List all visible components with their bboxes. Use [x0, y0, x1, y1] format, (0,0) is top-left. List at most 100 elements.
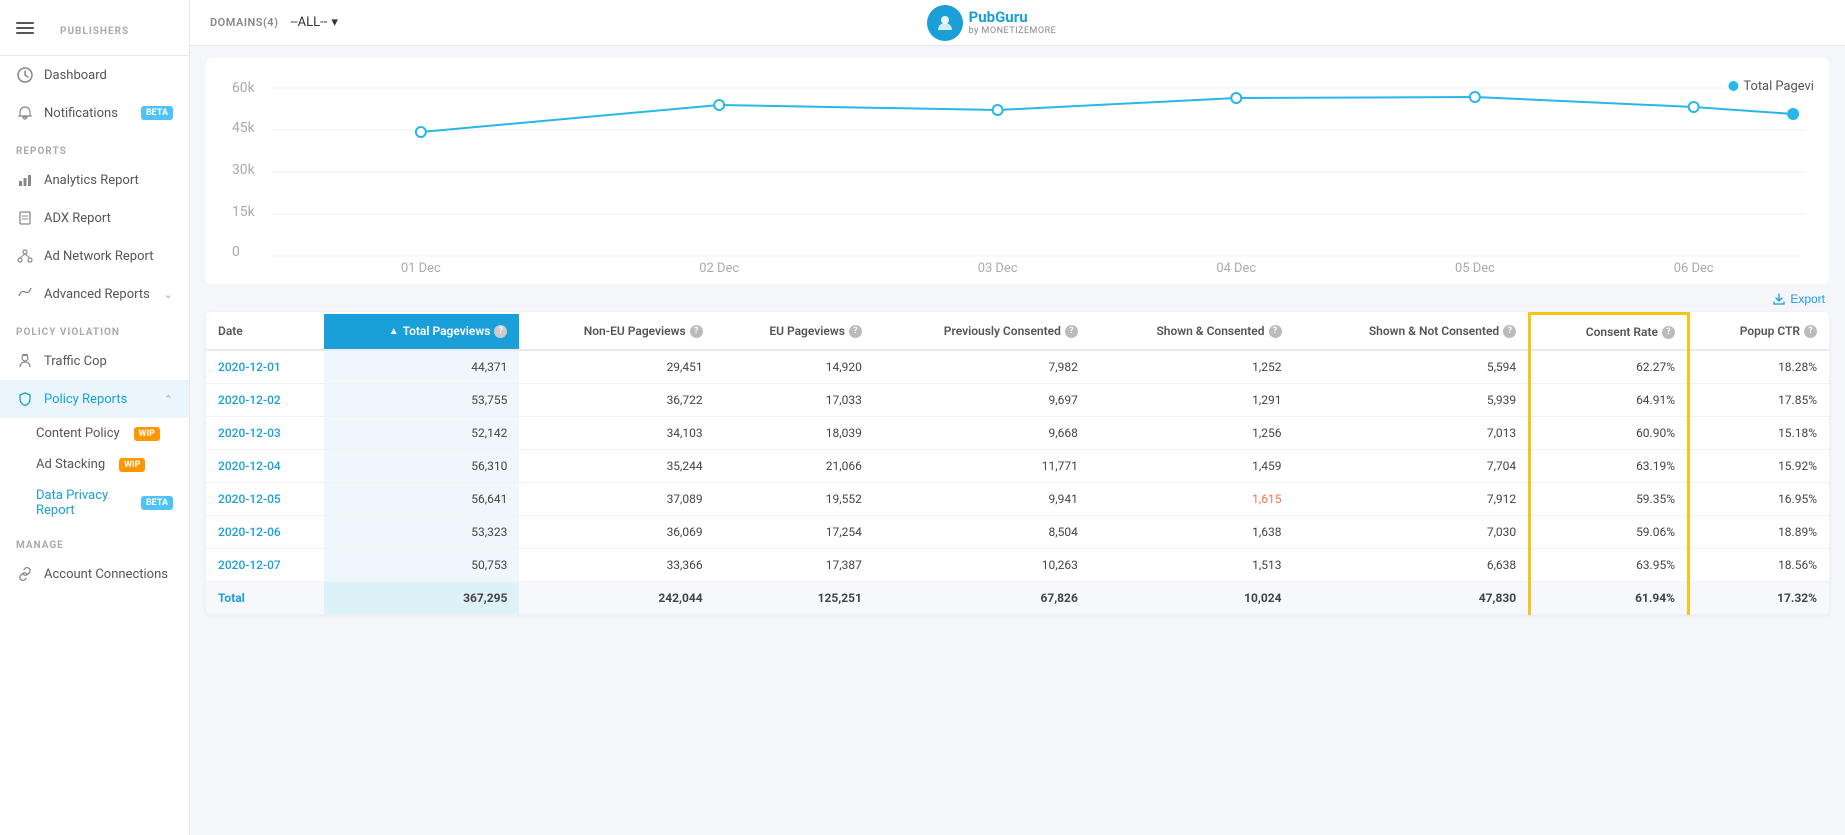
- beta-badge: BETA: [141, 106, 173, 120]
- cell-non-eu: 29,451: [519, 350, 714, 384]
- table-row: Total 367,295 242,044 125,251 67,826 10,…: [206, 582, 1829, 615]
- hamburger-menu[interactable]: [16, 22, 34, 34]
- policy-sub-items: Content Policy WIP Ad Stacking WIP Data …: [0, 418, 189, 526]
- sidebar-item-notifications[interactable]: Notifications BETA: [0, 94, 189, 132]
- shield-icon: [16, 390, 34, 408]
- svg-text:45k: 45k: [232, 120, 256, 136]
- cell-shown-not-consented: 7,912: [1294, 483, 1530, 516]
- content-policy-label: Content Policy: [36, 426, 120, 441]
- sidebar-item-advanced[interactable]: Advanced Reports ⌄: [0, 275, 189, 313]
- trafficcop-label: Traffic Cop: [44, 354, 173, 369]
- info-icon-shown-nc: ?: [1503, 325, 1516, 338]
- cell-consent-rate: 59.06%: [1530, 516, 1689, 549]
- dropdown-chevron: ▾: [331, 15, 338, 30]
- cop-icon: [16, 352, 34, 370]
- sidebar-header: PUBLISHERS: [0, 0, 189, 56]
- cell-popup-ctr: 15.18%: [1689, 417, 1830, 450]
- svg-text:30k: 30k: [232, 162, 256, 178]
- cell-shown-consented: 10,024: [1090, 582, 1294, 615]
- dashboard-icon: [16, 66, 34, 84]
- svg-text:01 Dec: 01 Dec: [401, 261, 441, 274]
- notifications-label: Notifications: [44, 106, 127, 121]
- svg-text:03 Dec: 03 Dec: [978, 261, 1018, 274]
- sidebar-item-data-privacy[interactable]: Data Privacy Report BETA: [0, 480, 189, 526]
- col-header-consent-rate: Consent Rate ?: [1530, 314, 1689, 351]
- cell-popup-ctr: 18.56%: [1689, 549, 1830, 582]
- svg-text:04 Dec: 04 Dec: [1216, 261, 1256, 274]
- policy-reports-label: Policy Reports: [44, 392, 154, 407]
- cell-prev-consented: 7,982: [874, 350, 1090, 384]
- table-row: 2020-12-05 56,641 37,089 19,552 9,941 1,…: [206, 483, 1829, 516]
- adx-icon: [16, 209, 34, 227]
- sidebar-item-content-policy[interactable]: Content Policy WIP: [0, 418, 189, 449]
- cell-shown-not-consented: 5,594: [1294, 350, 1530, 384]
- domains-dropdown[interactable]: --ALL-- ▾: [290, 15, 337, 30]
- cell-total-pageviews: 56,641: [324, 483, 519, 516]
- cell-popup-ctr: 18.89%: [1689, 516, 1830, 549]
- cell-prev-consented: 11,771: [874, 450, 1090, 483]
- cell-total-pageviews: 53,323: [324, 516, 519, 549]
- cell-eu: 17,254: [715, 516, 874, 549]
- cell-eu: 17,033: [715, 384, 874, 417]
- logo-avatar: [927, 5, 963, 41]
- cell-consent-rate: 60.90%: [1530, 417, 1689, 450]
- svg-text:0: 0: [232, 244, 240, 260]
- chart-area: 60k 45k 30k 15k 0 01 Dec 02 Dec 03 Dec 0…: [222, 74, 1813, 274]
- info-icon-total: ?: [494, 325, 507, 338]
- cell-shown-not-consented: 47,830: [1294, 582, 1530, 615]
- topbar-left: DOMAINS(4) --ALL-- ▾: [210, 15, 338, 30]
- sidebar-item-label: Dashboard: [44, 68, 173, 83]
- cell-shown-consented: 1,252: [1090, 350, 1294, 384]
- cell-prev-consented: 8,504: [874, 516, 1090, 549]
- cell-date: 2020-12-04: [206, 450, 324, 483]
- export-label: Export: [1790, 292, 1825, 306]
- cell-popup-ctr: 15.92%: [1689, 450, 1830, 483]
- chevron-up-icon: ⌃: [164, 393, 173, 406]
- logo-text-block: PubGuru by MONETIZEMORE: [969, 9, 1057, 36]
- col-header-non-eu: Non-EU Pageviews ?: [519, 314, 714, 351]
- col-header-shown-not-consented: Shown & Not Consented ?: [1294, 314, 1530, 351]
- sidebar-item-account[interactable]: Account Connections: [0, 555, 189, 593]
- cell-shown-consented: 1,615: [1090, 483, 1294, 516]
- svg-text:15k: 15k: [232, 204, 256, 220]
- sidebar-item-adx[interactable]: ADX Report: [0, 199, 189, 237]
- col-header-total-pageviews: ▲ Total Pageviews ?: [324, 314, 519, 351]
- cell-consent-rate: 63.95%: [1530, 549, 1689, 582]
- table-row: 2020-12-01 44,371 29,451 14,920 7,982 1,…: [206, 350, 1829, 384]
- cell-non-eu: 35,244: [519, 450, 714, 483]
- chevron-down-icon: ⌄: [164, 288, 173, 301]
- cell-total-pageviews: 52,142: [324, 417, 519, 450]
- cell-date: 2020-12-05: [206, 483, 324, 516]
- sidebar-item-analytics[interactable]: Analytics Report: [0, 161, 189, 199]
- export-button[interactable]: Export: [1772, 292, 1825, 306]
- col-header-popup-ctr: Popup CTR ?: [1689, 314, 1830, 351]
- cell-prev-consented: 10,263: [874, 549, 1090, 582]
- sidebar-item-ad-stacking[interactable]: Ad Stacking WIP: [0, 449, 189, 480]
- svg-text:02 Dec: 02 Dec: [699, 261, 739, 274]
- cell-shown-not-consented: 6,638: [1294, 549, 1530, 582]
- table-body: 2020-12-01 44,371 29,451 14,920 7,982 1,…: [206, 350, 1829, 615]
- logo-sub: by MONETIZEMORE: [969, 26, 1057, 36]
- analytics-icon: [16, 171, 34, 189]
- pageviews-chart: 60k 45k 30k 15k 0 01 Dec 02 Dec 03 Dec 0…: [222, 74, 1813, 274]
- analytics-label: Analytics Report: [44, 173, 173, 188]
- advanced-label: Advanced Reports: [44, 287, 154, 302]
- info-icon-consent: ?: [1662, 326, 1675, 339]
- cell-prev-consented: 67,826: [874, 582, 1090, 615]
- info-icon-prev: ?: [1065, 325, 1078, 338]
- col-header-eu: EU Pageviews ?: [715, 314, 874, 351]
- cell-total-pageviews: 44,371: [324, 350, 519, 384]
- sidebar-item-policy-reports[interactable]: Policy Reports ⌃: [0, 380, 189, 418]
- cell-consent-rate: 64.91%: [1530, 384, 1689, 417]
- bell-icon: [16, 104, 34, 122]
- cell-shown-consented: 1,638: [1090, 516, 1294, 549]
- cell-shown-consented: 1,513: [1090, 549, 1294, 582]
- cell-eu: 19,552: [715, 483, 874, 516]
- cell-shown-consented: 1,256: [1090, 417, 1294, 450]
- sidebar-item-adnetwork[interactable]: Ad Network Report: [0, 237, 189, 275]
- cell-consent-rate: 61.94%: [1530, 582, 1689, 615]
- sidebar-item-dashboard[interactable]: Dashboard: [0, 56, 189, 94]
- cell-prev-consented: 9,941: [874, 483, 1090, 516]
- cell-date: 2020-12-01: [206, 350, 324, 384]
- sidebar-item-trafficcop[interactable]: Traffic Cop: [0, 342, 189, 380]
